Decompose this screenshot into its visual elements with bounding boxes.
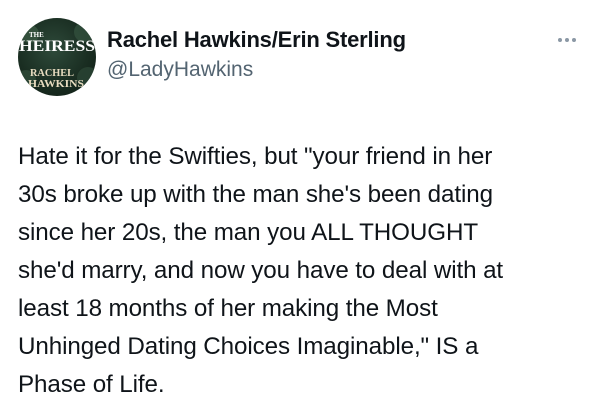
author-display-name[interactable]: Rachel Hawkins/Erin Sterling <box>107 27 406 53</box>
more-horizontal-icon-dot <box>572 38 576 42</box>
more-options-button[interactable] <box>552 30 582 50</box>
avatar[interactable]: THE HEIRESS RACHEL HAWKINS <box>18 18 96 96</box>
book-cover-logo: THE HEIRESS RACHEL HAWKINS <box>18 22 96 90</box>
tweet-card: THE HEIRESS RACHEL HAWKINS Rachel Hawkin… <box>0 0 599 412</box>
author-handle[interactable]: @LadyHawkins <box>107 58 253 82</box>
tweet-text: Hate it for the Swifties, but "your frie… <box>18 143 504 398</box>
avatar-title: HEIRESS <box>19 38 95 55</box>
avatar-author-first: RACHEL <box>30 68 74 79</box>
more-horizontal-icon-dot <box>565 38 569 42</box>
avatar-author-last: HAWKINS <box>28 79 84 90</box>
more-horizontal-icon <box>558 38 562 42</box>
